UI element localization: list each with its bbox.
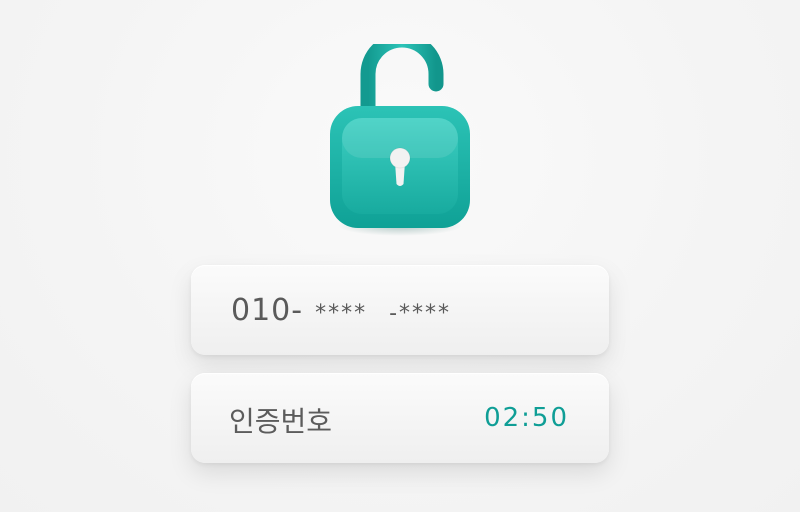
verification-code-field[interactable]: 인증번호 02:50 [191, 373, 609, 463]
phone-number-display: 010- **** -**** [231, 293, 451, 328]
verification-code-label: 인증번호 [229, 405, 333, 438]
phone-middle-masked: **** [315, 301, 368, 326]
phone-last-masked: -**** [389, 301, 452, 326]
unlocked-padlock-icon [320, 44, 480, 240]
auth-screen: 010- **** -**** 인증번호 02:50 [0, 0, 800, 512]
phone-prefix: 010- [231, 293, 304, 328]
phone-number-field[interactable]: 010- **** -**** [191, 265, 609, 355]
countdown-timer: 02:50 [484, 403, 569, 433]
